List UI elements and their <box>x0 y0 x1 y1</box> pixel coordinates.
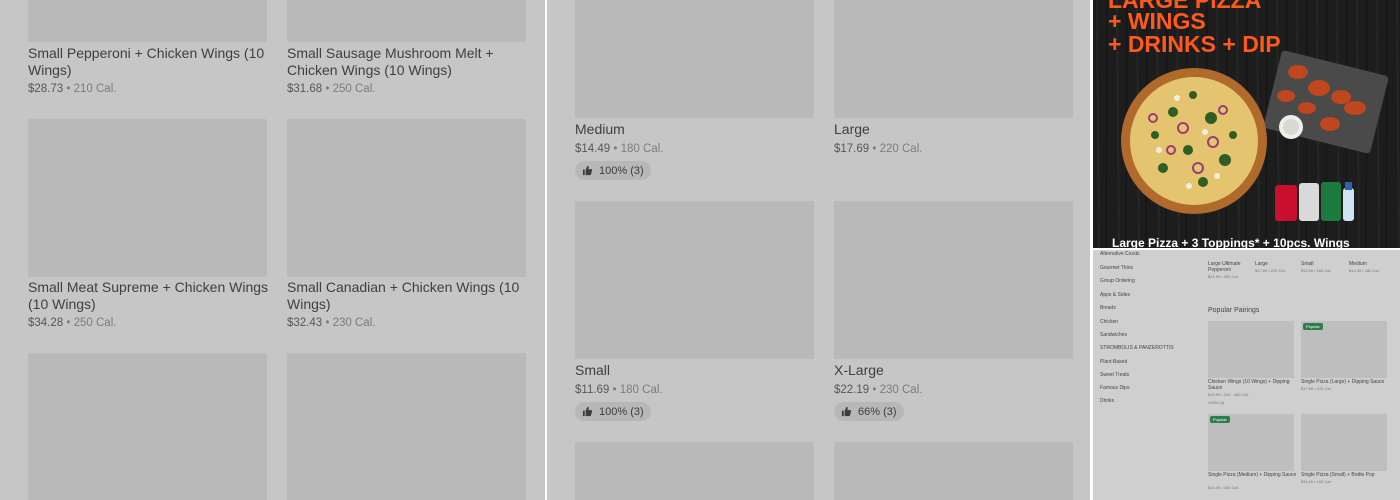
sidebar-item[interactable]: Alternative Crusts <box>1100 251 1139 257</box>
mini-item-name[interactable]: Large Ultimate Pepperoni <box>1208 261 1248 273</box>
pairing-meta: $17.69 • 220 Cal. <box>1301 386 1332 391</box>
pairing-meta: $14.49 • 180 Cal. <box>1208 485 1239 490</box>
sidebar-item[interactable]: Famous Dips <box>1100 385 1129 391</box>
item-image[interactable] <box>287 0 526 42</box>
item-image[interactable] <box>834 201 1073 359</box>
sidebar-item[interactable]: Gourmet Thins <box>1100 265 1133 271</box>
promo-banner[interactable]: LARGE PIZZA + WINGS + DRINKS + DIP Large… <box>1093 0 1400 248</box>
item-meta: $11.69 • 180 Cal. <box>575 384 663 396</box>
item-meta: $31.68 • 250 Cal. <box>287 83 376 95</box>
item-image[interactable] <box>834 442 1073 500</box>
pairing-name[interactable]: Single Pizza (Small) + Bottle Pop <box>1301 472 1393 478</box>
item-name[interactable]: X-Large <box>834 362 884 379</box>
pairing-meta: $15.99 • 310 - 480 Cal. <box>1208 392 1249 397</box>
rating-badge: 100% (3) <box>575 402 651 421</box>
popular-badge: Popular <box>1303 323 1323 330</box>
menu-panel-sizes: Medium $14.49 • 180 Cal. 100% (3) Large … <box>547 0 1090 500</box>
item-meta: $32.43 • 230 Cal. <box>287 317 376 329</box>
item-name[interactable]: Large <box>834 121 870 138</box>
mini-item-name[interactable]: Small <box>1301 261 1314 267</box>
item-name[interactable]: Small <box>575 362 610 379</box>
item-meta: $17.69 • 220 Cal. <box>834 143 923 155</box>
thumbs-up-icon <box>582 406 593 417</box>
sidebar-item[interactable]: Chicken <box>1100 319 1118 325</box>
item-image[interactable] <box>575 0 814 118</box>
popular-badge: Popular <box>1210 416 1230 423</box>
item-name[interactable]: Small Pepperoni + Chicken Wings (10 Wing… <box>28 45 273 79</box>
mini-item-meta: $17.69 • 220 Cal. <box>1255 268 1286 273</box>
mini-item-name[interactable]: Large <box>1255 261 1268 267</box>
item-image[interactable] <box>28 119 267 277</box>
menu-panel-combos: Small Pepperoni + Chicken Wings (10 Wing… <box>0 0 545 500</box>
item-name[interactable]: Medium <box>575 121 625 138</box>
sidebar-item[interactable]: Drinks <box>1100 398 1114 404</box>
item-name[interactable]: Small Sausage Mushroom Melt + Chicken Wi… <box>287 45 532 79</box>
pairing-image[interactable] <box>1208 321 1294 378</box>
mini-item-meta: $14.49 • 180 Cal. <box>1349 268 1380 273</box>
sidebar-item[interactable]: Apps & Sides <box>1100 292 1130 298</box>
item-image[interactable] <box>287 353 526 500</box>
item-image[interactable] <box>575 442 814 500</box>
menu-preview: Alternative Crusts Gourmet Thins Group O… <box>1093 250 1400 500</box>
thumbs-up-icon <box>841 406 852 417</box>
promo-caption: Large Pizza + 3 Toppings* + 10pcs. Wings <box>1112 236 1350 248</box>
rating-badge: 100% (3) <box>575 161 651 180</box>
sidebar-item[interactable]: Sandwiches <box>1100 332 1127 338</box>
sidebar-item[interactable]: Breads <box>1100 305 1116 311</box>
item-meta: $28.73 • 210 Cal. <box>28 83 117 95</box>
pizza-wings-drinks-illustration <box>1121 50 1389 221</box>
pairing-image[interactable] <box>1301 414 1387 471</box>
sidebar-item[interactable]: Plant-Based <box>1100 359 1127 365</box>
rating-badge: 66% (3) <box>834 402 904 421</box>
sidebar-item[interactable]: STROMBOLIS & PANZEROTTIS <box>1100 345 1174 351</box>
mini-item-meta: $11.69 • 180 Cal. <box>1301 268 1332 273</box>
item-image[interactable] <box>28 353 267 500</box>
pairing-name[interactable]: Single Pizza (Large) + Dipping Sauce <box>1301 379 1393 385</box>
thumbs-up-icon <box>582 165 593 176</box>
pairing-name[interactable]: Chicken Wings (10 Wings) + Dipping Sauce <box>1208 379 1298 391</box>
item-image[interactable] <box>575 201 814 359</box>
item-image[interactable] <box>834 0 1073 118</box>
item-image[interactable] <box>28 0 267 42</box>
mini-item-name[interactable]: Medium <box>1349 261 1367 267</box>
pairing-meta: $11.69 • 180 Cal. <box>1301 479 1332 484</box>
item-name[interactable]: Small Canadian + Chicken Wings (10 Wings… <box>287 279 532 313</box>
item-meta: $34.28 • 250 Cal. <box>28 317 117 329</box>
pairing-rating: 100% (4) <box>1208 400 1225 405</box>
item-meta: $22.19 • 230 Cal. <box>834 384 923 396</box>
popular-pairings-heading: Popular Pairings <box>1208 307 1260 314</box>
sidebar-item[interactable]: Sweet Treats <box>1100 372 1129 378</box>
item-meta: $14.49 • 180 Cal. <box>575 143 664 155</box>
mini-item-meta: $21.99 • 250 Cal. <box>1208 274 1239 279</box>
item-name[interactable]: Small Meat Supreme + Chicken Wings (10 W… <box>28 279 273 313</box>
item-image[interactable] <box>287 119 526 277</box>
sidebar-item[interactable]: Group Ordering <box>1100 278 1135 284</box>
pairing-name[interactable]: Single Pizza (Medium) + Dipping Sauce <box>1208 472 1298 478</box>
